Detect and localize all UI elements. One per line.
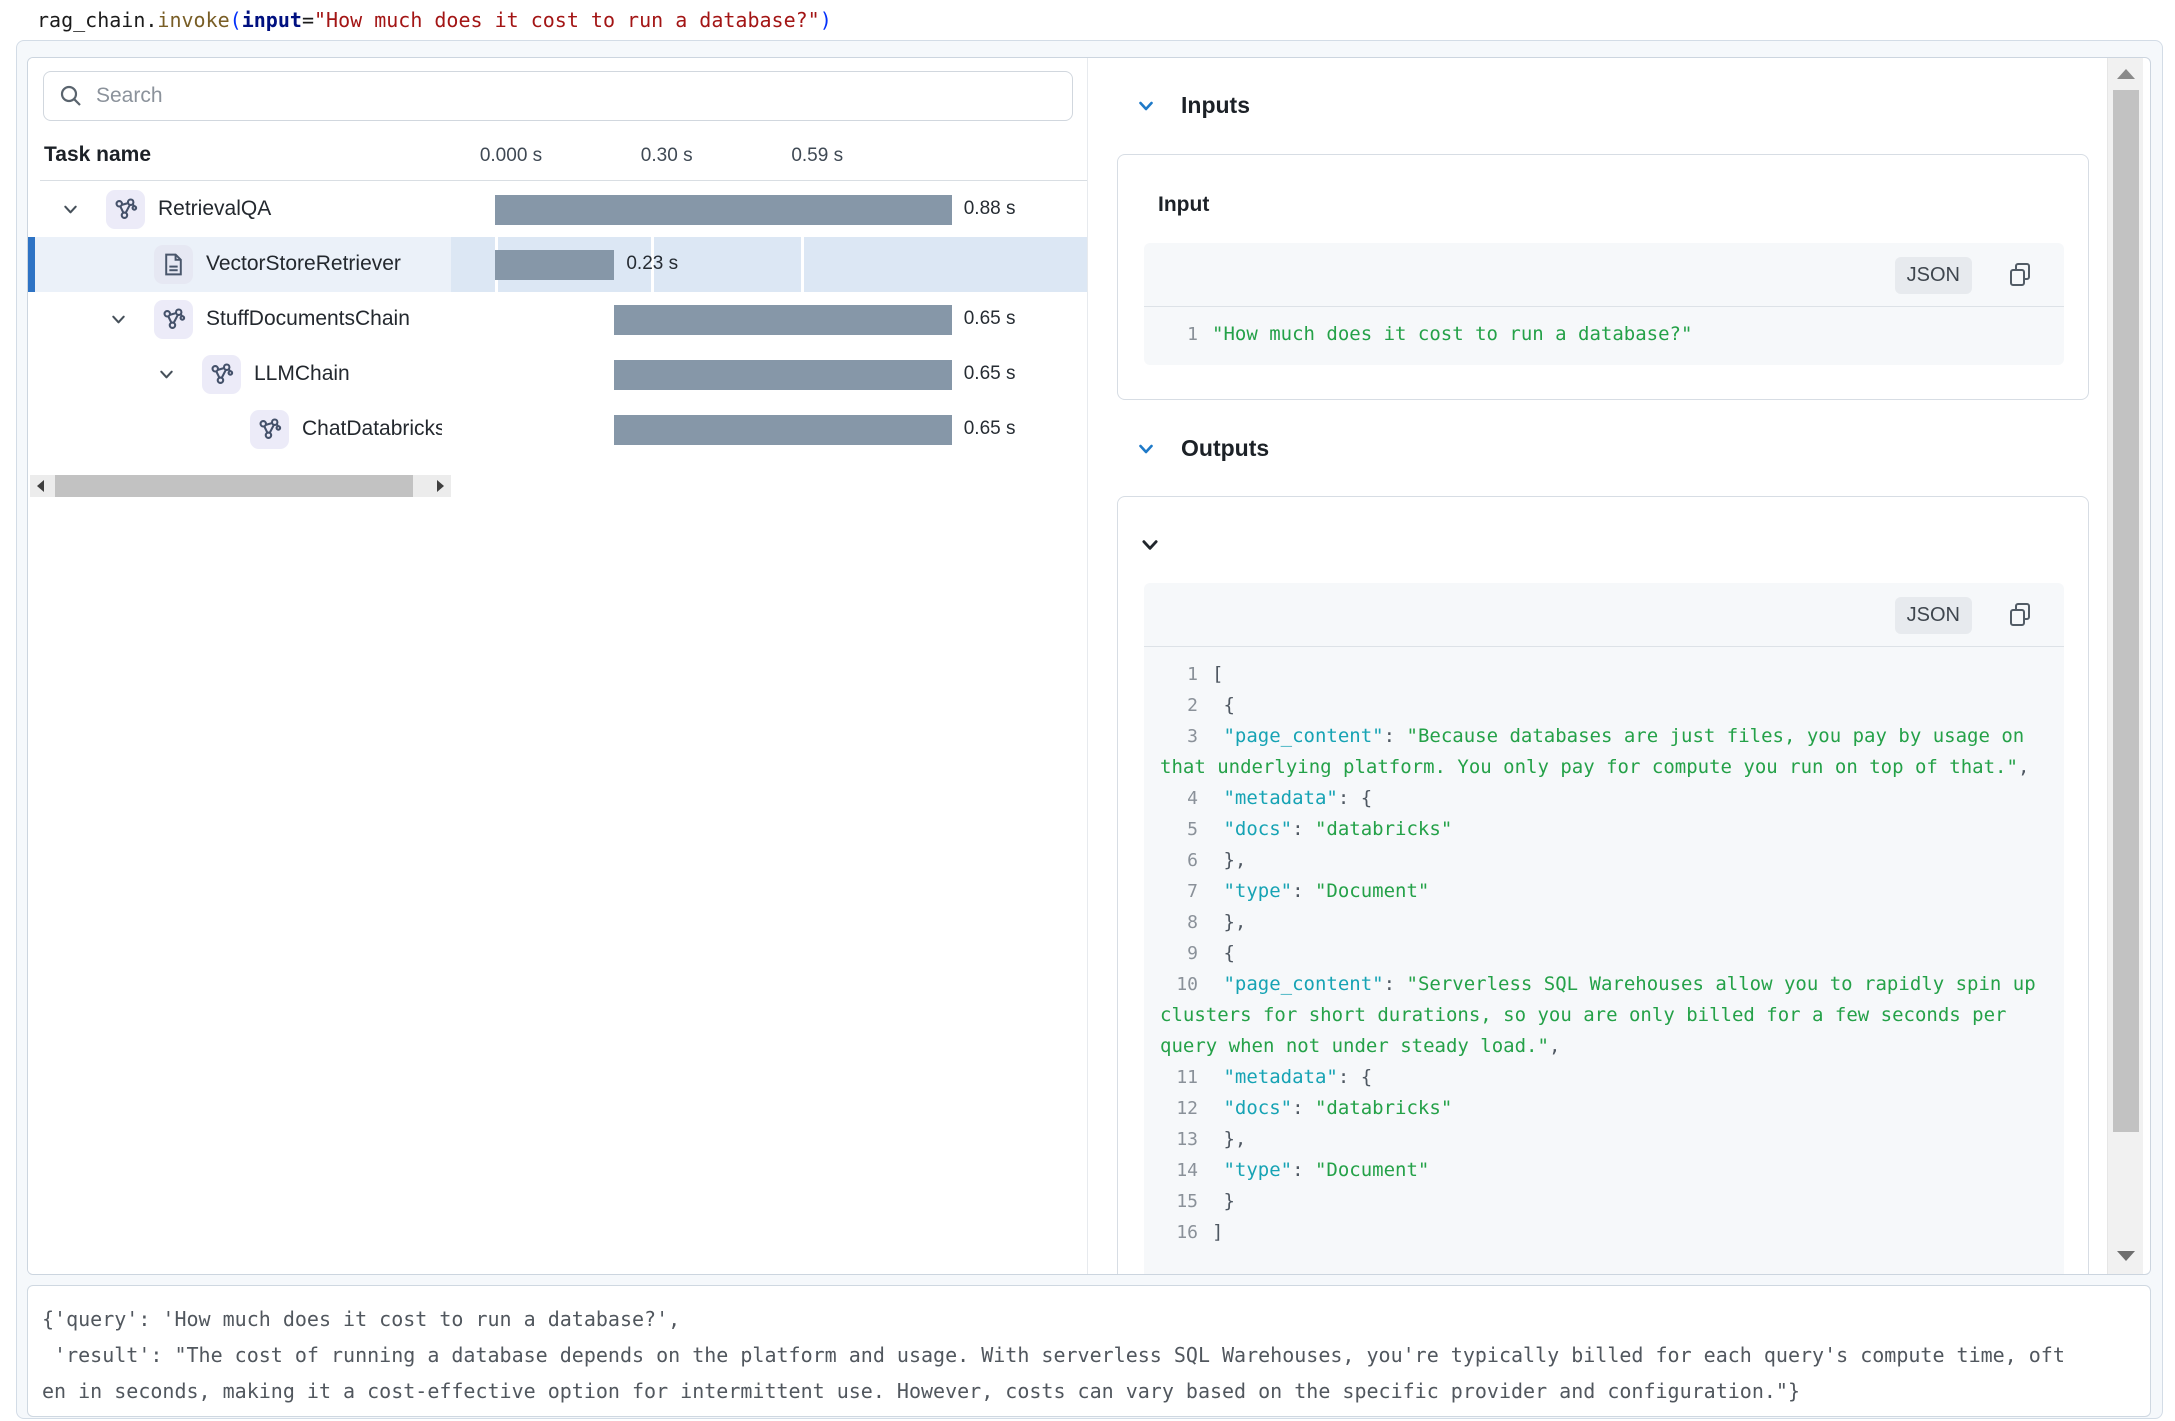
input-card: Input JSON 1"How much does it cost to ru… [1117,154,2089,400]
search-input[interactable] [96,84,996,108]
json-code-line: 12 "docs": "databricks" [1160,1093,2048,1124]
duration-label: 0.65 s [964,363,1016,385]
expand-chevron-icon[interactable] [110,311,128,329]
task-label: StuffDocumentsChain [206,307,410,331]
vertical-scrollbar[interactable] [2107,58,2143,1274]
header-divider [40,180,1087,181]
output-card: JSON 1[2 {3 "page_content": "Because dat… [1117,496,2089,1274]
duration-bar [614,415,951,445]
chain-icon [154,300,193,339]
timeline-tick-label: 0.30 s [641,145,693,167]
chevron-down-icon [1137,440,1155,458]
timeline-tick-label: 0.59 s [791,145,843,167]
json-code-line: 1[ [1160,659,2048,690]
json-code-line: 8 }, [1160,907,2048,938]
copy-icon[interactable] [2006,601,2034,629]
json-code-line: 9 { [1160,938,2048,969]
selected-row-accent [28,237,35,292]
task-label: LLMChain [254,362,350,386]
tree-row-retrievalqa[interactable]: RetrievalQA 0.88 s [28,182,1087,237]
duration-label: 0.88 s [964,198,1016,220]
tree-row-stuffdocumentschain[interactable]: StuffDocumentsChain 0.65 s [28,292,1087,347]
trace-viewer-widget: Task name 0.000 s 0.30 s 0.59 s RetrievalQ… [27,57,2151,1275]
chain-icon [106,190,145,229]
json-code-line: 4 "metadata": { [1160,783,2048,814]
collapse-chevron-icon[interactable] [1140,535,1160,555]
result-output-box: {'query': 'How much does it cost to run … [27,1285,2151,1417]
json-code-line: 11 "metadata": { [1160,1062,2048,1093]
json-code-line: 3 "page_content": "Because databases are… [1160,721,2048,783]
inputs-section-header[interactable]: Inputs [1137,92,1250,119]
json-code-line: 7 "type": "Document" [1160,876,2048,907]
chain-icon [250,410,289,449]
inputs-title: Inputs [1181,92,1250,119]
search-box[interactable] [43,71,1073,121]
scroll-down-button[interactable] [2108,1240,2144,1272]
document-icon [154,245,193,284]
result-text-line: en in seconds, making it a cost-effectiv… [42,1373,2136,1409]
result-text-line: 'result': "The cost of running a databas… [42,1337,2136,1373]
code-block-toolbar: JSON [1144,583,2064,647]
scroll-left-button[interactable] [30,475,51,497]
json-code-line: 13 }, [1160,1124,2048,1155]
json-code-line: 2 { [1160,690,2048,721]
json-code-line: 15 } [1160,1186,2048,1217]
task-label: ChatDatabricks [302,417,442,441]
json-code-line: 1"How much does it cost to run a databas… [1160,319,2048,350]
horizontal-scrollbar[interactable] [30,475,451,497]
copy-icon[interactable] [2006,261,2034,289]
expand-chevron-icon[interactable] [158,366,176,384]
vertical-scroll-thumb[interactable] [2113,90,2139,1132]
chain-icon [202,355,241,394]
timeline-gridline [801,237,804,292]
gantt-header: Task name 0.000 s 0.30 s 0.59 s [28,140,1087,180]
task-name-column-header: Task name [44,143,151,167]
trace-tree-panel: Task name 0.000 s 0.30 s 0.59 s RetrievalQ… [28,58,1087,1274]
input-json-block: JSON 1"How much does it cost to run a da… [1144,243,2064,365]
tree-row-vectorstoreretriever[interactable]: VectorStoreRetriever 0.23 s [28,237,1087,292]
timeline-tick-label: 0.000 s [480,145,542,167]
json-code-line: 14 "type": "Document" [1160,1155,2048,1186]
horizontal-scroll-track[interactable] [51,475,430,497]
outputs-section-header[interactable]: Outputs [1137,435,1269,462]
json-format-badge[interactable]: JSON [1895,597,1972,634]
input-field-label: Input [1158,193,1209,217]
json-code-line: 5 "docs": "databricks" [1160,814,2048,845]
output-json-block: JSON 1[2 {3 "page_content": "Because dat… [1144,583,2064,1274]
task-label: VectorStoreRetriever [206,252,401,276]
json-code-line: 6 }, [1160,845,2048,876]
notebook-code-line: rag_chain.invoke(input="How much does it… [37,6,832,34]
duration-bar [495,195,952,225]
result-text-line: {'query': 'How much does it cost to run … [42,1301,2136,1337]
scroll-right-button[interactable] [430,475,451,497]
tree-row-chatdatabricks[interactable]: ChatDatabricks 0.65 s [28,402,1087,457]
json-format-badge[interactable]: JSON [1895,257,1972,294]
tree-row-llmchain[interactable]: LLMChain 0.65 s [28,347,1087,402]
duration-bar [614,305,951,335]
duration-label: 0.65 s [964,308,1016,330]
outputs-title: Outputs [1181,435,1269,462]
task-label: RetrievalQA [158,197,271,221]
duration-label: 0.65 s [964,418,1016,440]
duration-label: 0.23 s [626,253,678,275]
search-icon [59,84,83,108]
duration-bar [495,250,614,280]
json-code-line: 10 "page_content": "Serverless SQL Wareh… [1160,969,2048,1062]
scroll-up-button[interactable] [2108,58,2144,90]
json-code-line: 16] [1160,1217,2048,1248]
expand-chevron-icon[interactable] [62,201,80,219]
cell-output-container: Task name 0.000 s 0.30 s 0.59 s RetrievalQ… [16,40,2163,1419]
duration-bar [614,360,951,390]
trace-detail-panel: Inputs Input JSON 1"How much does it cos… [1088,58,2107,1274]
code-block-toolbar: JSON [1144,243,2064,307]
chevron-down-icon [1137,97,1155,115]
horizontal-scroll-thumb[interactable] [55,475,413,497]
